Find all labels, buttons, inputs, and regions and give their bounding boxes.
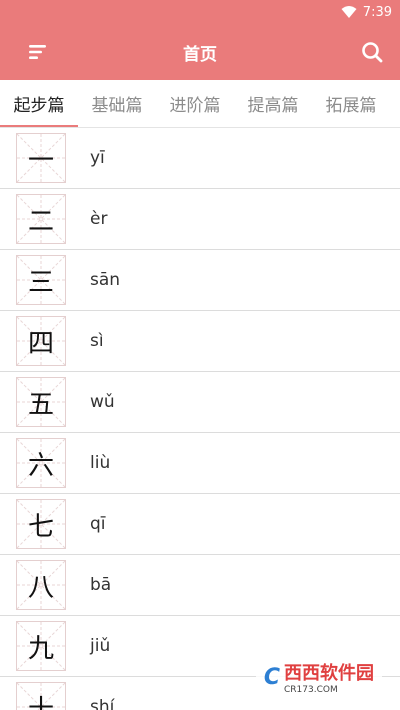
list-item[interactable]: 四 sì <box>0 311 400 372</box>
tianzige-box: 六 <box>16 438 66 488</box>
tianzige-box: 七 <box>16 499 66 549</box>
tianzige-box: 五 <box>16 377 66 427</box>
tianzige-box: 四 <box>16 316 66 366</box>
watermark-logo-icon: C <box>263 664 280 690</box>
tab-2[interactable]: 进阶篇 <box>156 80 234 127</box>
app-bar: 首页 <box>0 24 400 80</box>
character-hanzi: 四 <box>27 328 54 359</box>
character-pinyin: qī <box>90 514 106 534</box>
tab-1[interactable]: 基础篇 <box>78 80 156 127</box>
character-hanzi: 一 <box>27 145 54 176</box>
list-item[interactable]: 二 èr <box>0 189 400 250</box>
character-pinyin: wǔ <box>90 392 115 412</box>
character-pinyin: sì <box>90 331 104 351</box>
list-item[interactable]: 七 qī <box>0 494 400 555</box>
character-hanzi: 六 <box>27 450 54 481</box>
tab-0[interactable]: 起步篇 <box>0 80 78 127</box>
tab-4[interactable]: 拓展篇 <box>312 80 390 127</box>
tianzige-box: 十 <box>16 682 66 710</box>
status-time: 7:39 <box>362 4 392 20</box>
tab-3[interactable]: 提高篇 <box>234 80 312 127</box>
watermark: C 西西软件园 CR173.COM <box>255 656 382 698</box>
tianzige-box: 三 <box>16 255 66 305</box>
wifi-icon <box>341 6 357 18</box>
menu-icon[interactable] <box>26 40 50 64</box>
list-item[interactable]: 八 bā <box>0 555 400 616</box>
character-pinyin: bā <box>90 575 112 595</box>
character-pinyin: shí <box>90 697 115 710</box>
character-pinyin: liù <box>90 453 111 473</box>
status-bar: 7:39 <box>0 0 400 24</box>
character-hanzi: 九 <box>27 633 54 664</box>
tianzige-box: 八 <box>16 560 66 610</box>
character-hanzi: 十 <box>27 694 54 710</box>
character-pinyin: jiǔ <box>90 636 111 656</box>
watermark-brand: 西西软件园 <box>284 663 374 684</box>
tianzige-box: 一 <box>16 133 66 183</box>
character-list: 一 yī 二 èr 三 sān 四 sì 五 wǔ 六 liù 七 qī 八 bā 九 jiǔ 十 shí <box>0 128 400 710</box>
character-hanzi: 五 <box>27 389 54 420</box>
tianzige-box: 二 <box>16 194 66 244</box>
page-title: 首页 <box>183 44 217 65</box>
character-hanzi: 八 <box>27 572 54 603</box>
character-pinyin: èr <box>90 209 108 229</box>
category-tabs: 起步篇 基础篇 进阶篇 提高篇 拓展篇 <box>0 80 400 128</box>
character-pinyin: sān <box>90 270 121 290</box>
tianzige-box: 九 <box>16 621 66 671</box>
list-item[interactable]: 六 liù <box>0 433 400 494</box>
search-icon[interactable] <box>360 40 384 64</box>
character-hanzi: 三 <box>27 267 54 298</box>
list-item[interactable]: 三 sān <box>0 250 400 311</box>
watermark-site: CR173.COM <box>284 685 338 695</box>
list-item[interactable]: 五 wǔ <box>0 372 400 433</box>
character-hanzi: 七 <box>27 511 54 542</box>
character-hanzi: 二 <box>27 206 54 237</box>
list-item[interactable]: 一 yī <box>0 128 400 189</box>
character-pinyin: yī <box>90 148 105 168</box>
